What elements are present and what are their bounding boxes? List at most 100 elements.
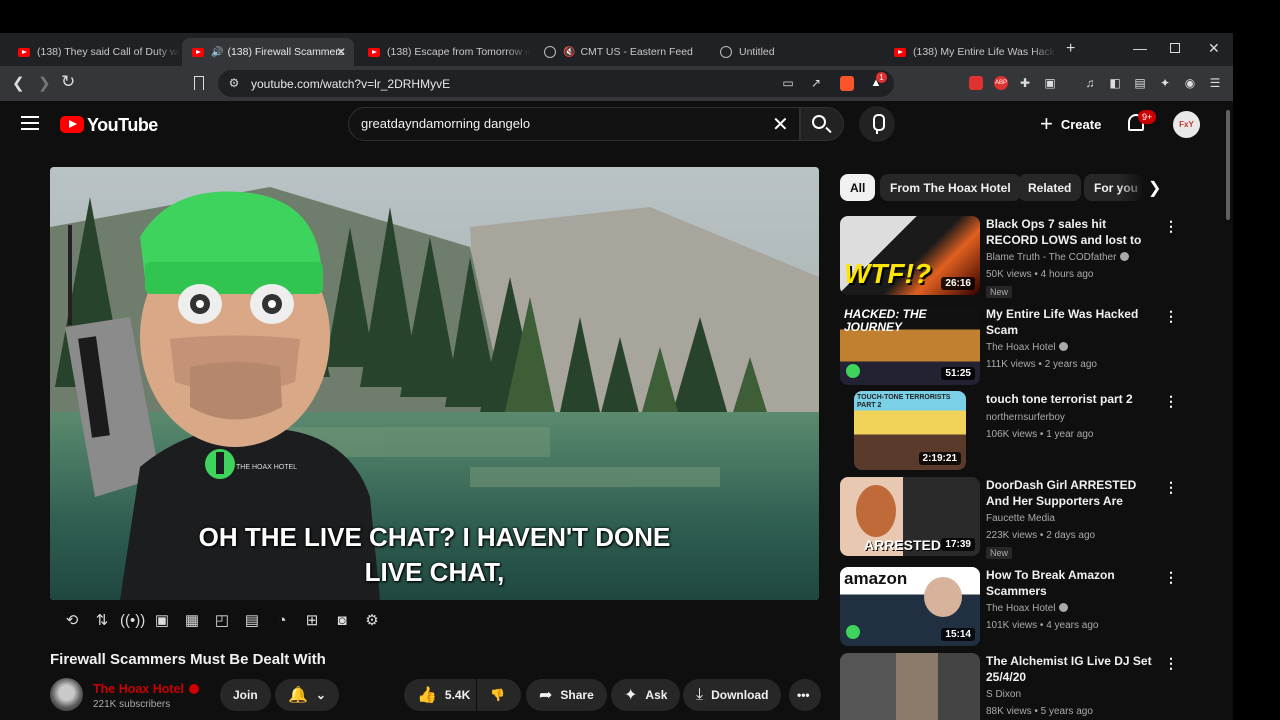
share-page-icon[interactable]: ↗ bbox=[809, 76, 823, 90]
sort-icon[interactable]: ⇅ bbox=[90, 609, 114, 633]
speed-icon[interactable]: ◔ bbox=[270, 609, 294, 633]
channel-name[interactable]: The Hoax Hotel bbox=[93, 682, 184, 696]
video-title[interactable]: The Alchemist IG Live DJ Set 25/4/20 bbox=[986, 653, 1158, 685]
puzzle-icon[interactable]: ✚ bbox=[1018, 76, 1032, 90]
channel-name[interactable]: The Hoax Hotel bbox=[986, 342, 1069, 353]
caption-line: LIVE CHAT, bbox=[364, 557, 505, 587]
like-button[interactable]: 👍 5.4K bbox=[404, 679, 476, 711]
video-duration: 2:19:21 bbox=[918, 452, 961, 465]
channel-avatar[interactable] bbox=[50, 678, 83, 711]
channel-name[interactable]: Blame Truth - The CODfather bbox=[986, 252, 1130, 263]
share-button[interactable]: ➦ Share bbox=[526, 679, 607, 711]
site-info-icon[interactable]: ⚙ bbox=[227, 76, 241, 90]
new-tab-icon[interactable]: + bbox=[1066, 40, 1075, 58]
reload-icon[interactable]: ↻ bbox=[61, 72, 75, 92]
close-icon[interactable]: ✕ bbox=[1208, 40, 1220, 57]
browser-tab[interactable]: (138) They said Call of Duty was bbox=[8, 38, 180, 66]
page-scrollbar[interactable] bbox=[1226, 110, 1230, 220]
chip-from-channel[interactable]: From The Hoax Hotel bbox=[880, 174, 1021, 201]
subscribed-bell-button[interactable]: 🔔 ⌄ bbox=[275, 679, 339, 711]
video-thumbnail[interactable]: HACKED: THE JOURNEY 51:25 bbox=[840, 306, 980, 385]
settings-icon[interactable]: ⚙ bbox=[360, 609, 384, 633]
chip-related[interactable]: Related bbox=[1018, 174, 1082, 201]
browser-tab[interactable]: Untitled bbox=[710, 38, 882, 66]
create-button[interactable]: + Create bbox=[1040, 111, 1101, 136]
video-title[interactable]: touch tone terrorist part 2 bbox=[986, 391, 1158, 407]
cast-icon[interactable]: ▭ bbox=[781, 76, 795, 90]
bookmark-icon[interactable] bbox=[194, 76, 204, 90]
adblock-icon[interactable]: ABP bbox=[994, 76, 1008, 90]
resize-icon[interactable]: ◰ bbox=[210, 609, 234, 633]
video-title[interactable]: My Entire Life Was Hacked Scam bbox=[986, 306, 1158, 338]
browser-tab[interactable]: (138) My Entire Life Was Hacked bbox=[884, 38, 1056, 66]
more-options-icon[interactable]: ⋮ bbox=[1164, 569, 1178, 586]
channel-name[interactable]: S Dixon bbox=[986, 689, 1021, 700]
dislike-button[interactable]: 👎 bbox=[477, 679, 521, 711]
more-options-icon[interactable]: ⋮ bbox=[1164, 479, 1178, 496]
join-button[interactable]: Join bbox=[220, 679, 271, 711]
search-input[interactable]: greatdayndamorning dangelo bbox=[361, 116, 530, 131]
more-options-icon[interactable]: ⋮ bbox=[1164, 308, 1178, 325]
recommendation-item[interactable]: WTF!? 26:16 Black Ops 7 sales hit RECORD… bbox=[840, 216, 1185, 298]
minimize-icon[interactable]: — bbox=[1133, 40, 1147, 56]
browser-tab[interactable]: 🔇 CMT US - Eastern Feed bbox=[534, 38, 706, 66]
menu-icon[interactable]: ☰ bbox=[1208, 76, 1222, 90]
recommendation-item[interactable]: amazon 15:14 How To Break Amazon Scammer… bbox=[840, 567, 1185, 647]
browser-tab[interactable]: (138) Escape from Tomorrow in bbox=[358, 38, 530, 66]
youtube-logo-icon[interactable] bbox=[60, 116, 84, 133]
video-thumbnail[interactable]: WTF!? 26:16 bbox=[840, 216, 980, 295]
tab-search-icon[interactable]: ▣ bbox=[1043, 76, 1057, 90]
add-icon[interactable]: ⊞ bbox=[300, 609, 324, 633]
loop-icon[interactable]: ⟲ bbox=[60, 609, 84, 633]
video-thumbnail[interactable]: amazon 15:14 bbox=[840, 567, 980, 646]
chevron-right-icon[interactable]: ❯ bbox=[1148, 178, 1161, 198]
recommendation-item[interactable]: ARRESTED 17:39 DoorDash Girl ARRESTED An… bbox=[840, 477, 1185, 559]
maximize-icon[interactable] bbox=[1170, 43, 1180, 53]
more-options-icon[interactable]: ⋮ bbox=[1164, 655, 1178, 672]
captions-icon[interactable]: ▣ bbox=[150, 609, 174, 633]
clear-search-icon[interactable]: ✕ bbox=[772, 112, 789, 137]
more-actions-button[interactable]: ••• bbox=[789, 679, 821, 711]
recommendation-item[interactable]: The Alchemist IG Live DJ Set 25/4/20 S D… bbox=[840, 653, 1185, 720]
back-icon[interactable]: ❮ bbox=[12, 74, 25, 92]
video-thumbnail[interactable]: TOUCH-TONE TERRORISTS PART 2 2:19:21 bbox=[854, 391, 966, 470]
voice-search-button[interactable] bbox=[859, 106, 895, 142]
verified-icon bbox=[1059, 603, 1069, 612]
music-icon[interactable]: ♫ bbox=[1083, 76, 1097, 90]
more-options-icon[interactable]: ⋮ bbox=[1164, 393, 1178, 410]
download-label: Download bbox=[711, 688, 769, 702]
account-avatar[interactable]: FxY bbox=[1173, 111, 1200, 138]
wallet-icon[interactable]: ▤ bbox=[1133, 76, 1147, 90]
recommendation-item[interactable]: HACKED: THE JOURNEY 51:25 My Entire Life… bbox=[840, 306, 1185, 386]
sidebar-icon[interactable]: ◧ bbox=[1108, 76, 1122, 90]
video-thumbnail[interactable] bbox=[840, 653, 980, 720]
channel-name[interactable]: Faucette Media bbox=[986, 513, 1055, 524]
tab-close-icon[interactable]: ✕ bbox=[336, 45, 346, 59]
leo-icon[interactable]: ✦ bbox=[1158, 76, 1172, 90]
recommendation-item[interactable]: TOUCH-TONE TERRORISTS PART 2 2:19:21 tou… bbox=[840, 391, 1185, 471]
frame-icon[interactable]: ▤ bbox=[240, 609, 264, 633]
audio-icon[interactable]: ((•)) bbox=[120, 609, 145, 633]
chip-all[interactable]: All bbox=[840, 174, 876, 201]
youtube-logo-text[interactable]: YouTube bbox=[87, 115, 158, 136]
video-title[interactable]: DoorDash Girl ARRESTED And Her Supporter… bbox=[986, 477, 1158, 509]
channel-name[interactable]: northernsurferboy bbox=[986, 412, 1065, 423]
video-player[interactable]: THE HOAX HOTEL OH THE LIVE CHAT? I HAVEN… bbox=[50, 167, 819, 600]
video-title[interactable]: Black Ops 7 sales hit RECORD LOWS and lo… bbox=[986, 216, 1158, 248]
film-icon[interactable]: ▦ bbox=[180, 609, 204, 633]
url-text[interactable]: youtube.com/watch?v=lr_2DRHMyvE bbox=[251, 77, 450, 91]
download-button[interactable]: ⤓ Download bbox=[683, 679, 782, 711]
extension-controls: ⟲ ⇅ ((•)) ▣ ▦ ◰ ▤ ◔ ⊞ ◙ ⚙ bbox=[50, 606, 390, 636]
forward-icon[interactable]: ❯ bbox=[38, 74, 51, 92]
video-thumbnail[interactable]: ARRESTED 17:39 bbox=[840, 477, 980, 556]
hamburger-menu-icon[interactable] bbox=[21, 116, 39, 130]
vpn-icon[interactable]: ◉ bbox=[1183, 76, 1197, 90]
brave-shield-icon[interactable] bbox=[840, 76, 854, 91]
extension-icon[interactable] bbox=[969, 76, 983, 90]
screenshot-icon[interactable]: ◙ bbox=[330, 609, 354, 633]
more-options-icon[interactable]: ⋮ bbox=[1164, 218, 1178, 235]
ask-button[interactable]: ✦ Ask bbox=[611, 679, 681, 711]
video-title[interactable]: How To Break Amazon Scammers bbox=[986, 567, 1158, 599]
browser-tab-active[interactable]: 🔊 (138) Firewall Scammers ✕ bbox=[182, 38, 354, 66]
channel-name[interactable]: The Hoax Hotel bbox=[986, 603, 1069, 614]
